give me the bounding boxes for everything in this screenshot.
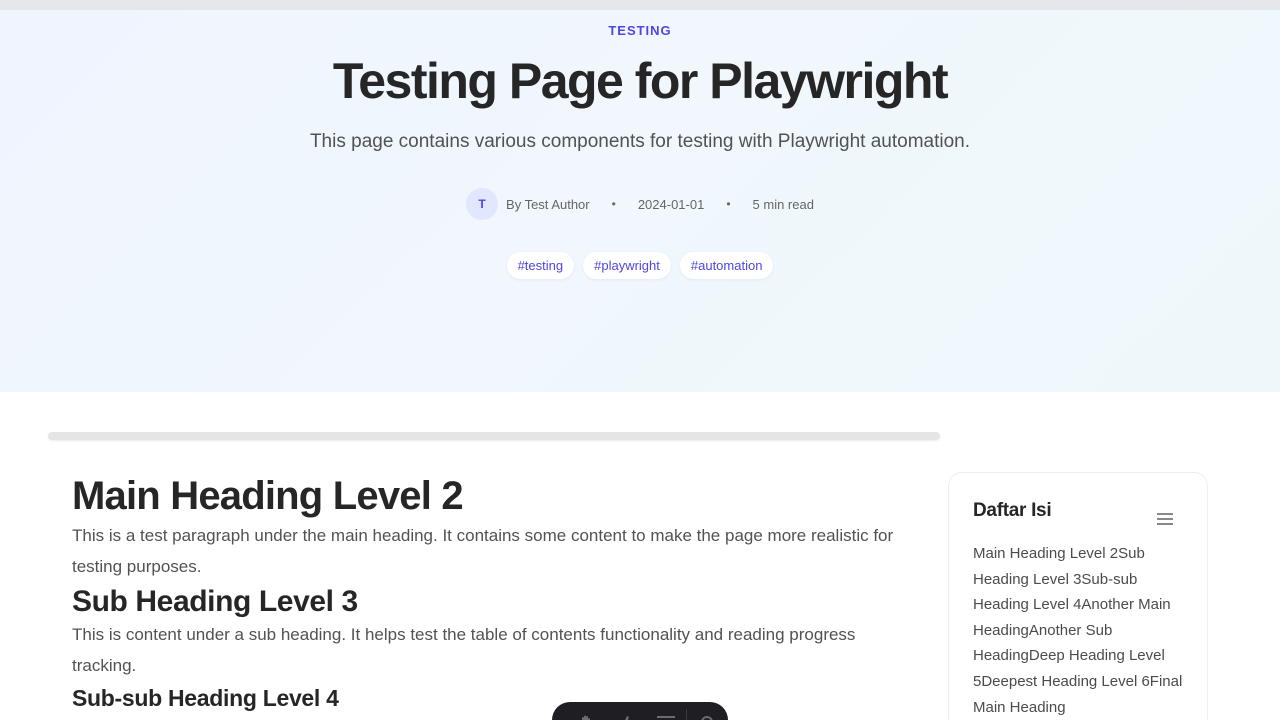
- floating-toolbar: [552, 702, 728, 720]
- menu-icon[interactable]: [1157, 513, 1173, 528]
- meta-separator: •: [611, 197, 616, 211]
- category-label[interactable]: TESTING: [0, 23, 1280, 38]
- meta-separator: •: [726, 197, 731, 211]
- heading-main-level-2: Main Heading Level 2: [72, 474, 464, 518]
- read-time: 5 min read: [752, 196, 814, 212]
- toc-link-main-heading-level-2[interactable]: Main Heading Level 2: [973, 545, 1118, 562]
- tag-list: #testing #playwright #automation: [0, 252, 1280, 279]
- page-subtitle: This page contains various components fo…: [309, 131, 971, 152]
- paragraph: This is content under a sub heading. It …: [72, 625, 856, 675]
- hand-icon[interactable]: [566, 707, 606, 720]
- paragraph: This is a test paragraph under the main …: [72, 526, 894, 576]
- tag-testing[interactable]: #testing: [506, 252, 575, 279]
- menu-icon[interactable]: [646, 707, 686, 720]
- heading-sub-sub-level-4: Sub-sub Heading Level 4: [72, 685, 339, 711]
- publish-date: 2024-01-01: [637, 196, 705, 212]
- top-bar: [0, 0, 1280, 10]
- hero-section: TESTING Testing Page for Playwright This…: [0, 10, 1280, 392]
- tag-playwright[interactable]: #playwright: [583, 252, 671, 279]
- settings-icon[interactable]: [687, 707, 727, 720]
- avatar: T: [466, 188, 499, 220]
- post-meta: T By Test Author • 2024-01-01 • 5 min re…: [0, 188, 1280, 220]
- reading-progress-bar: [48, 432, 940, 440]
- table-of-contents: Daftar Isi Main Heading Level 2Sub Headi…: [948, 472, 1208, 720]
- author-name: By Test Author: [506, 196, 590, 212]
- page-title: Testing Page for Playwright: [332, 53, 949, 109]
- thumbs-icon[interactable]: [606, 707, 646, 720]
- toc-links: Main Heading Level 2Sub Heading Level 3S…: [973, 541, 1188, 720]
- tag-automation[interactable]: #automation: [679, 252, 774, 279]
- toc-title: Daftar Isi: [973, 500, 1052, 521]
- paragraph: This is content under a sub-sub heading.…: [72, 712, 912, 720]
- toc-link-deepest-heading-level-6[interactable]: Deepest Heading Level 6: [981, 673, 1149, 690]
- heading-sub-level-3: Sub Heading Level 3: [72, 585, 358, 618]
- article-content: Main Heading Level 2 This is a test para…: [72, 472, 912, 720]
